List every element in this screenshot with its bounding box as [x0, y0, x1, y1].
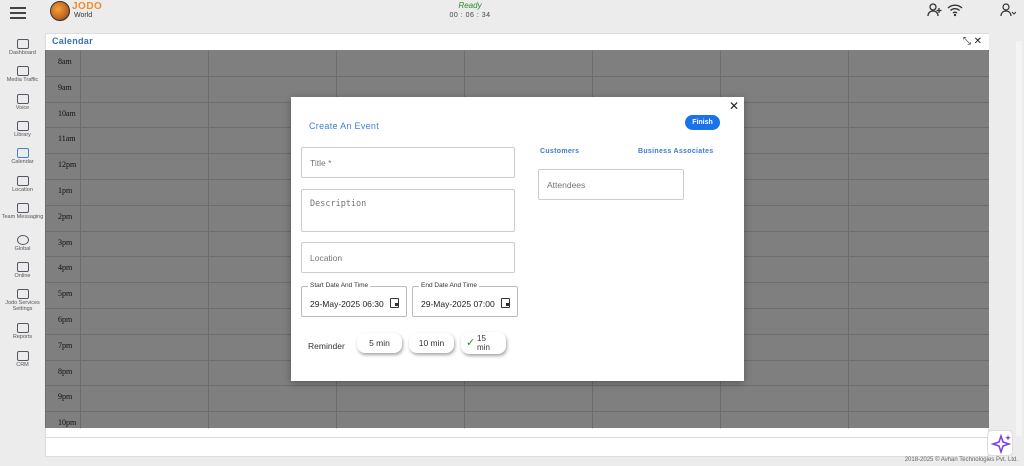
sidebar-item-label: Location — [12, 187, 33, 193]
reminder-15-min[interactable]: ✓ 15 min — [461, 332, 506, 354]
calendar-picker-icon[interactable] — [501, 298, 510, 308]
media-traffic-icon — [16, 66, 29, 76]
session-timer: 00 : 06 : 34 — [449, 12, 491, 19]
attendees-input[interactable] — [538, 169, 684, 200]
online-icon — [16, 262, 29, 272]
reminder-5-min[interactable]: 5 min — [357, 333, 402, 353]
sidebar-item-label: Media Traffic — [6, 77, 39, 83]
app-logo: JODO World — [50, 0, 110, 22]
sidebar-item-label: Jodo Services Settings — [5, 300, 40, 312]
sidebar-item-dashboard[interactable]: Dashboard — [0, 39, 45, 56]
sidebar-item-label: Global — [14, 246, 31, 252]
tab-customers[interactable]: Customers — [540, 148, 579, 155]
sidebar-item-location[interactable]: Location — [0, 176, 45, 193]
location-input[interactable] — [301, 242, 515, 273]
sidebar-item-label: CRM — [16, 362, 29, 368]
start-datetime-label: Start Date And Time — [308, 282, 371, 289]
sidebar-item-label: Voice — [15, 105, 30, 111]
wifi-icon[interactable] — [947, 3, 963, 17]
sidebar-item-voice[interactable]: Voice — [0, 94, 45, 111]
sidebar-item-global[interactable]: Global — [0, 235, 45, 252]
end-datetime-value: 29-May-2025 07:00 — [421, 299, 495, 309]
calendar-picker-icon[interactable] — [390, 298, 399, 308]
dashboard-icon — [16, 39, 29, 49]
logo-subtext: World — [74, 12, 93, 19]
create-event-modal: ✕ Create An Event Finish Start Date And … — [291, 97, 744, 381]
sidebar-item-label: Team Messaging — [1, 214, 44, 220]
calendar-header: Calendar ⤡ ✕ — [46, 34, 990, 50]
title-input[interactable] — [301, 147, 515, 178]
check-icon: ✓ — [466, 337, 476, 349]
sidebar-item-jodo-services-settings[interactable]: Jodo Services Settings — [0, 289, 45, 312]
library-icon — [16, 121, 29, 131]
reminder-label: Reminder — [308, 341, 345, 351]
sidebar-item-label: Calendar — [11, 159, 34, 165]
sidebar-item-online[interactable]: Online — [0, 262, 45, 279]
logo-text: JODO — [72, 1, 103, 12]
ai-assistant-button[interactable] — [987, 430, 1013, 456]
sidebar-item-label: Dashboard — [9, 50, 36, 56]
footer-copyright: 2018-2025 © Avhan Technologies Pvt. Ltd. — [904, 457, 1018, 463]
sidebar-item-crm[interactable]: CRM — [0, 351, 45, 368]
sidebar-item-calendar[interactable]: Calendar — [0, 148, 45, 165]
end-datetime-label: End Date And Time — [419, 282, 480, 289]
location-pin-icon — [16, 176, 29, 186]
end-datetime-field[interactable]: End Date And Time 29-May-2025 07:00 — [412, 282, 518, 317]
globe-logo-icon — [50, 1, 70, 21]
finish-button[interactable]: Finish — [685, 115, 720, 130]
sidebar: Dashboard Media Traffic Voice Library Ca… — [0, 33, 45, 466]
scrollbar[interactable] — [989, 33, 1024, 457]
globe-icon — [16, 235, 29, 245]
top-bar: JODO World Ready 00 : 06 : 34 — [0, 0, 1024, 33]
reminder-15-min-label: 15 min — [477, 334, 490, 352]
close-icon[interactable]: ✕ — [729, 99, 739, 113]
phone-icon — [16, 94, 29, 104]
calendar-controls: ⤡ ✕ — [963, 36, 982, 47]
sidebar-item-team-messaging[interactable]: Team Messaging — [0, 203, 45, 220]
hamburger-menu-icon[interactable] — [10, 7, 26, 21]
modal-title: Create An Event — [309, 121, 380, 131]
scrollbar-track[interactable] — [1016, 41, 1022, 436]
crm-icon — [16, 351, 29, 361]
sidebar-item-label: Library — [14, 132, 31, 138]
tab-business-associates[interactable]: Business Associates — [638, 148, 713, 155]
user-profile-icon[interactable] — [1000, 3, 1016, 17]
sparkle-icon — [990, 433, 1012, 455]
calendar-icon — [16, 148, 29, 158]
sidebar-item-label: Online — [14, 273, 31, 279]
start-datetime-field[interactable]: Start Date And Time 29-May-2025 06:30 — [301, 282, 407, 317]
team-messaging-icon — [16, 203, 29, 213]
start-datetime-value: 29-May-2025 06:30 — [310, 299, 384, 309]
sidebar-item-media-traffic[interactable]: Media Traffic — [0, 66, 45, 83]
reports-icon — [16, 323, 29, 333]
status-text: Ready — [458, 1, 482, 10]
add-user-icon[interactable] — [927, 3, 943, 17]
collapse-icon[interactable]: ⤡ — [963, 36, 971, 47]
description-input[interactable] — [301, 189, 515, 232]
settings-icon — [16, 289, 29, 299]
sidebar-item-reports[interactable]: Reports — [0, 323, 45, 340]
reminder-10-min[interactable]: 10 min — [409, 333, 454, 353]
calendar-title: Calendar — [52, 36, 93, 46]
close-icon[interactable]: ✕ — [974, 36, 982, 47]
sidebar-item-label: Reports — [12, 334, 33, 340]
sidebar-item-library[interactable]: Library — [0, 121, 45, 138]
